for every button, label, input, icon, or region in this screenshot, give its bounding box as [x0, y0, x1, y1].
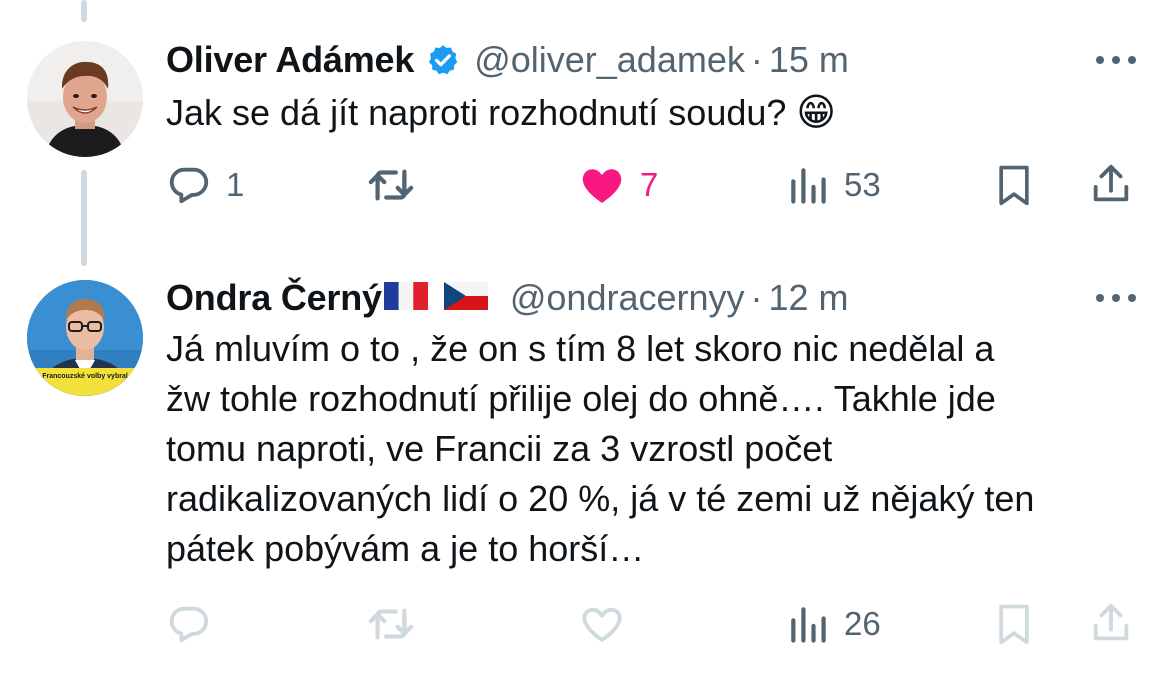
- tweet-text-line: pátek pobývám a je to horší…: [166, 528, 645, 569]
- timestamp[interactable]: 15 m: [769, 39, 849, 81]
- author-name[interactable]: Ondra Černý: [166, 277, 382, 319]
- share-button[interactable]: [1088, 155, 1134, 215]
- separator-dot: ·: [750, 277, 763, 318]
- tweet-actions: 26: [166, 594, 1140, 654]
- tweet-text-line: žw tohle rozhodnutí přilije olej do ohně…: [166, 378, 996, 419]
- reply-button[interactable]: [166, 594, 226, 654]
- bookmark-button[interactable]: [992, 155, 1036, 215]
- tweet-actions: 1 7 53: [166, 155, 1140, 215]
- retweet-button[interactable]: [366, 155, 416, 215]
- reply-icon: [169, 606, 209, 643]
- share-icon: [1093, 164, 1129, 202]
- like-count: 7: [640, 166, 659, 203]
- avatar[interactable]: [27, 41, 143, 157]
- tweet-text-line: tomu naproti, ve Francii za 3 vzrostl po…: [166, 428, 833, 469]
- tweet-text: Já mluvím o to , že on s tím 8 let skoro…: [166, 324, 1140, 574]
- views-count: 53: [844, 166, 881, 203]
- grinning-emoji: 😁: [796, 92, 837, 134]
- tweet-header: Ondra Černý @ondracernyy · 12 m: [166, 276, 1140, 320]
- tweet-text-line: Jak se dá jít naproti rozhodnutí soudu?: [166, 92, 787, 133]
- heart-icon: [582, 607, 622, 642]
- czech-flag-icon: [443, 277, 488, 319]
- like-button[interactable]: [578, 594, 640, 654]
- views-button[interactable]: 26: [786, 594, 881, 654]
- avatar-image: [27, 41, 143, 157]
- retweet-icon: [368, 169, 414, 201]
- author-name[interactable]: Oliver Adámek: [166, 39, 414, 81]
- views-count: 26: [844, 605, 881, 642]
- tweet-text-line: Já mluvím o to , že on s tím 8 let skoro…: [166, 328, 995, 369]
- more-options-icon[interactable]: [1092, 46, 1140, 74]
- tweet[interactable]: Oliver Adámek @oliver_adamek · 15 m Jak …: [0, 0, 1170, 250]
- tweet-header: Oliver Adámek @oliver_adamek · 15 m: [166, 38, 1140, 82]
- author-handle[interactable]: @oliver_adamek: [474, 39, 745, 81]
- reply-count: 1: [226, 166, 245, 203]
- views-button[interactable]: 53: [786, 155, 881, 215]
- retweet-icon: [368, 608, 414, 640]
- author-handle[interactable]: @ondracernyy: [510, 277, 745, 319]
- more-options-icon[interactable]: [1092, 284, 1140, 312]
- heart-filled-icon: [582, 169, 622, 203]
- retweet-button[interactable]: [366, 594, 416, 654]
- tweet-text: Jak se dá jít naproti rozhodnutí soudu? …: [166, 88, 1140, 138]
- avatar[interactable]: Francouzské volby vybral: [27, 280, 143, 396]
- france-flag-icon: [383, 277, 428, 319]
- like-button[interactable]: 7: [578, 155, 658, 215]
- separator-dot: ·: [750, 39, 763, 80]
- bookmark-icon: [999, 165, 1029, 206]
- share-button[interactable]: [1088, 594, 1134, 654]
- share-icon: [1093, 603, 1129, 641]
- verified-badge-icon: [429, 45, 458, 75]
- reply-icon: [169, 167, 209, 204]
- views-chart-icon: [791, 168, 826, 204]
- views-chart-icon: [791, 607, 826, 643]
- tweet[interactable]: Francouzské volby vybral Ondra Černý @on…: [0, 250, 1170, 695]
- avatar-image: Francouzské volby vybral: [27, 280, 143, 396]
- bookmark-icon: [999, 604, 1029, 645]
- reply-button[interactable]: 1: [166, 155, 244, 215]
- timestamp[interactable]: 12 m: [769, 277, 849, 319]
- tweet-text-line: radikalizovaných lidí o 20 %, já v té ze…: [166, 478, 1035, 519]
- bookmark-button[interactable]: [992, 594, 1036, 654]
- avatar-caption: Francouzské volby vybral: [42, 373, 128, 380]
